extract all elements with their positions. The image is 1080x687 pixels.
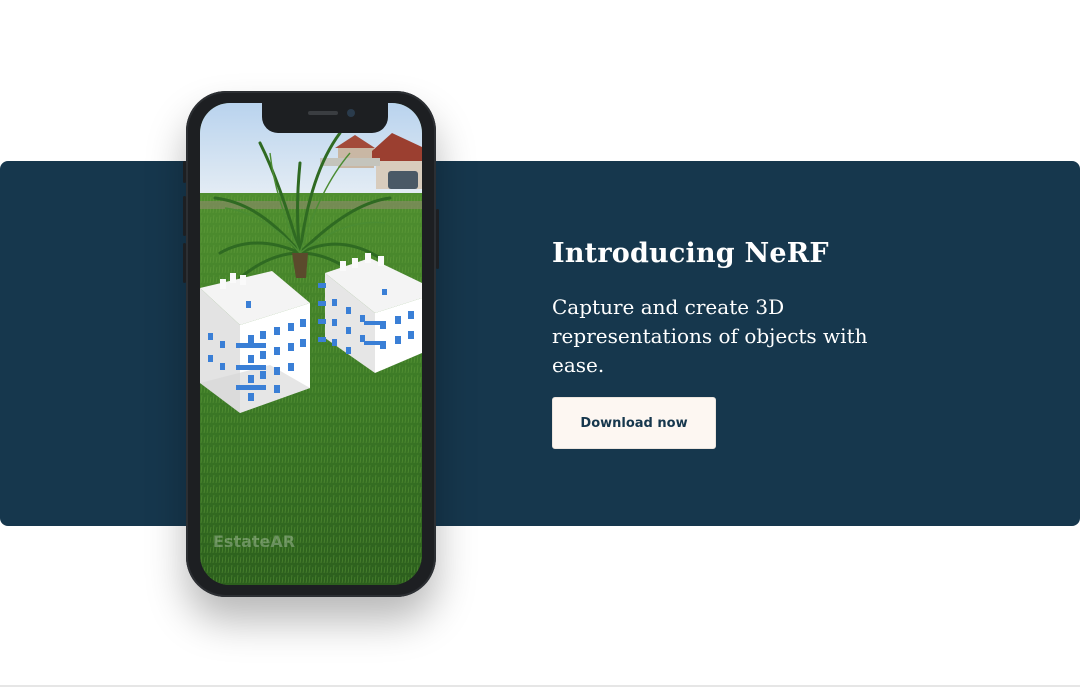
hero-description: Capture and create 3D representations of… — [552, 295, 868, 377]
phone-mockup: EstateAR — [183, 91, 439, 597]
phone-screen: EstateAR — [200, 103, 422, 585]
phone-notch — [262, 103, 388, 133]
hero-banner — [0, 161, 1080, 526]
download-now-button[interactable]: Download now — [552, 397, 716, 449]
ar-scene-image — [200, 103, 422, 585]
app-watermark: EstateAR — [213, 532, 296, 551]
hero-title: Introducing NeRF — [552, 238, 829, 269]
